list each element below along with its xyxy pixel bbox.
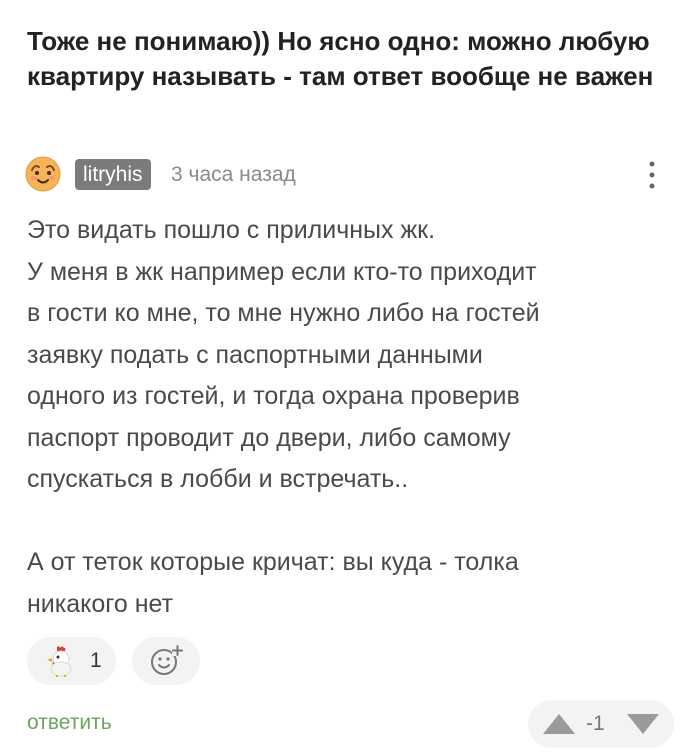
vote-box: -1 (528, 700, 674, 748)
comment-line: в гости ко мне, то мне нужно либо на гос… (27, 299, 540, 327)
add-reaction-button[interactable] (132, 637, 200, 685)
comment-line: спускаться в лобби и встречать.. (27, 465, 409, 493)
comment-line: заявку подать с паспортными данными (27, 340, 483, 369)
quoted-comment-text: Тоже не понимаю)) Но ясно одно: можно лю… (27, 26, 654, 91)
comment-line: паспорт проводит до двери, либо самому (27, 423, 511, 452)
comment-author[interactable]: litryhis (75, 159, 151, 190)
chicken-reaction-icon (47, 646, 72, 677)
more-vertical-icon[interactable] (642, 158, 662, 192)
comment-line: У меня в жк например если кто-то приходи… (27, 257, 537, 286)
arrow-down-icon[interactable] (626, 713, 660, 735)
reply-link[interactable]: ответить (27, 709, 112, 737)
smiley-avatar-icon[interactable] (25, 156, 61, 192)
chicken-reaction-button[interactable]: 1 (27, 637, 116, 685)
comment-body: Это видать пошло с приличных жк. У меня … (27, 210, 667, 625)
arrow-up-icon[interactable] (542, 713, 576, 735)
comment-line: А от теток которые кричат: вы куда - тол… (27, 548, 519, 576)
vote-count: -1 (586, 712, 605, 735)
comment-header: litryhis 3 часа назад (25, 154, 675, 196)
comment-timestamp: 3 часа назад (171, 163, 296, 186)
comment-line: Это видать пошло с приличных жк. (27, 216, 436, 244)
comment-line: одного из гостей, и тогда охрана провери… (27, 382, 520, 410)
add-reaction-icon (151, 645, 183, 675)
chicken-reaction-count: 1 (90, 649, 102, 672)
comment-line: никакого нет (27, 589, 174, 618)
